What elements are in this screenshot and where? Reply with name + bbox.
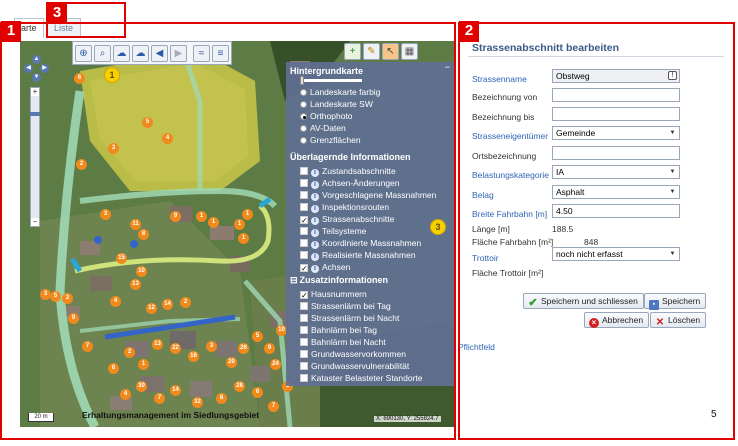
red-marker-1: 1 [1, 21, 21, 42]
red-frame-1 [0, 22, 456, 440]
red-marker-3: 3 [47, 3, 67, 24]
red-marker-2: 2 [459, 21, 479, 42]
red-frame-2 [458, 22, 735, 440]
